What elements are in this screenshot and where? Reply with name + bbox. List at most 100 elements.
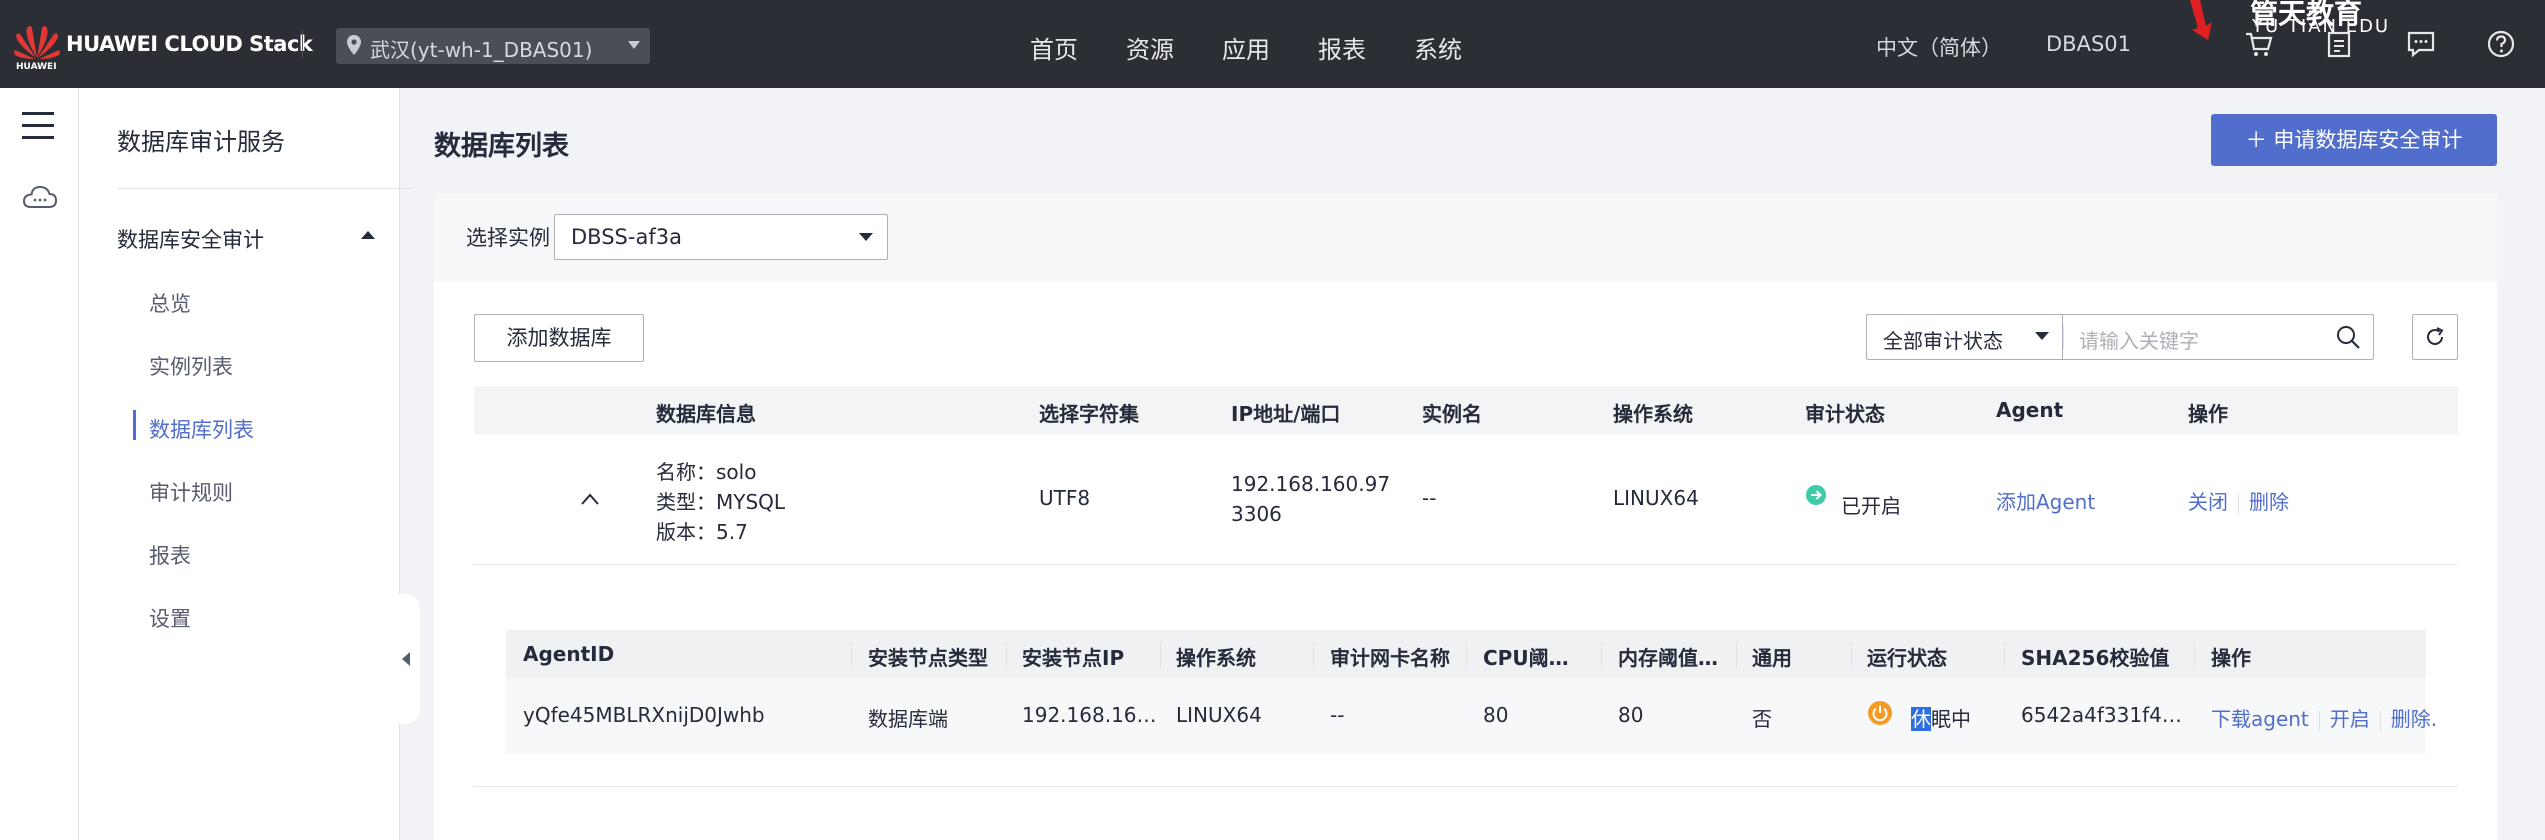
service-title: 数据库审计服务 xyxy=(117,128,285,156)
nav-system[interactable]: 系统 xyxy=(1414,30,1462,65)
table-bottom-divider xyxy=(474,786,2458,787)
col-db-info: 数据库信息 xyxy=(656,402,756,426)
db-os: LINUX64 xyxy=(1613,486,1699,510)
col-cpu: CPU阈… xyxy=(1483,646,1569,670)
col-agent-id: AgentID xyxy=(523,642,615,666)
delete-agent-link[interactable]: 删除. xyxy=(2391,707,2437,731)
col-run-status: 运行状态 xyxy=(1867,646,1947,670)
chevron-down-icon xyxy=(628,41,640,49)
search-input[interactable]: 请输入关键字 xyxy=(2062,314,2374,360)
delete-db-link[interactable]: 删除 xyxy=(2249,490,2289,514)
red-arrow-mark xyxy=(2190,0,2212,40)
selected-text: 休 xyxy=(1911,707,1931,731)
nav-home[interactable]: 首页 xyxy=(1030,30,1078,65)
agent-nic: -- xyxy=(1330,703,1345,727)
user-menu[interactable]: DBAS01 xyxy=(2046,32,2131,56)
close-audit-link[interactable]: 关闭 xyxy=(2188,490,2228,514)
database-list-card xyxy=(434,282,2497,840)
instance-label: 选择实例 xyxy=(466,226,550,250)
instance-select-value: DBSS-af3a xyxy=(571,225,682,249)
add-database-button[interactable]: 添加数据库 xyxy=(474,314,644,362)
sidebar-item-reports[interactable]: 报表 xyxy=(149,540,191,570)
sidebar-group-security-audit[interactable]: 数据库安全审计 xyxy=(117,224,264,254)
apply-audit-button[interactable]: ＋ 申请数据库安全审计 xyxy=(2211,114,2497,166)
service-sidebar: 数据库审计服务 数据库安全审计 总览 实例列表 数据库列表 审计规则 报表 设置 xyxy=(79,88,413,840)
brand-small: HUAWEI xyxy=(16,62,57,72)
location-pin-icon xyxy=(347,35,361,55)
audit-status-filter-value: 全部审计状态 xyxy=(1883,329,2003,353)
help-icon[interactable] xyxy=(2485,28,2517,60)
sidebar-item-database-list[interactable]: 数据库列表 xyxy=(149,414,254,444)
db-port: 3306 xyxy=(1231,502,1282,526)
db-name: 名称：solo xyxy=(656,460,757,484)
col-general: 通用 xyxy=(1752,646,1792,670)
sidebar-item-overview[interactable]: 总览 xyxy=(149,288,191,318)
agent-sha256: 6542a4f331f4… xyxy=(2021,703,2182,727)
agent-general: 否 xyxy=(1752,707,1772,731)
power-sleep-icon xyxy=(1868,701,1892,725)
instance-select[interactable]: DBSS-af3a xyxy=(554,214,888,260)
topbar-divider xyxy=(302,30,303,58)
start-agent-link[interactable]: 开启 xyxy=(2330,707,2370,731)
col-agent: Agent xyxy=(1996,398,2064,422)
db-instance: -- xyxy=(1422,486,1437,510)
refresh-button[interactable] xyxy=(2412,314,2458,360)
search-icon[interactable] xyxy=(2335,324,2361,350)
sidebar-collapse-toggle[interactable] xyxy=(380,594,420,724)
agent-node-ip: 192.168.16… xyxy=(1022,703,1157,727)
menu-icon[interactable] xyxy=(22,112,54,148)
col-audit-status: 审计状态 xyxy=(1805,402,1885,426)
collapse-row-icon[interactable] xyxy=(580,492,600,506)
db-type: 类型：MYSQL xyxy=(656,490,786,514)
message-icon[interactable] xyxy=(2405,28,2437,60)
agent-mem: 80 xyxy=(1618,703,1644,727)
db-version: 版本：5.7 xyxy=(656,520,748,544)
col-nic: 审计网卡名称 xyxy=(1330,646,1450,670)
col-sha256: SHA256校验值 xyxy=(2021,646,2170,670)
sidebar-item-audit-rules[interactable]: 审计规则 xyxy=(149,477,233,507)
chevron-down-icon xyxy=(859,233,873,241)
col-node-type: 安装节点类型 xyxy=(868,646,988,670)
db-ip: 192.168.160.97 xyxy=(1231,472,1391,496)
huawei-flower-icon xyxy=(14,26,60,59)
col-instance: 实例名 xyxy=(1422,402,1482,426)
language-selector[interactable]: 中文（简体） xyxy=(1876,32,2002,62)
col-node-ip: 安装节点IP xyxy=(1022,646,1125,670)
top-bar: HUAWEI CLOUD Stack HUAWEI 武汉(yt-wh-1_DBA… xyxy=(0,0,2545,88)
add-agent-link[interactable]: 添加Agent xyxy=(1996,486,2095,515)
region-selector[interactable]: 武汉(yt-wh-1_DBAS01) xyxy=(336,28,650,64)
audit-status-filter[interactable]: 全部审计状态 xyxy=(1866,314,2063,360)
row-actions: 关闭 删除 xyxy=(2188,486,2289,515)
watermark-subtitle: YU TIAN EDU xyxy=(2252,16,2391,37)
sidebar-item-settings[interactable]: 设置 xyxy=(149,603,191,633)
agent-id: yQfe45MBLRXnijD0Jwhb xyxy=(523,703,765,727)
search-placeholder: 请输入关键字 xyxy=(2079,329,2199,353)
chevron-left-icon xyxy=(402,652,410,666)
agent-os: LINUX64 xyxy=(1176,703,1262,727)
refresh-icon xyxy=(2427,327,2444,345)
agent-cpu: 80 xyxy=(1483,703,1509,727)
sidebar-divider xyxy=(117,188,413,189)
col-mem: 内存阈值… xyxy=(1618,646,1718,670)
left-rail xyxy=(0,88,79,840)
region-label: 武汉(yt-wh-1_DBAS01) xyxy=(370,38,593,62)
agent-node-type: 数据库端 xyxy=(868,707,948,731)
cloud-icon[interactable] xyxy=(22,184,58,210)
col-agent-os: 操作系统 xyxy=(1176,646,1256,670)
status-enabled-icon xyxy=(1806,485,1826,505)
agent-actions: 下载agent 开启 删除. xyxy=(2211,703,2437,732)
col-agent-actions: 操作 xyxy=(2211,646,2251,670)
sidebar-item-instances[interactable]: 实例列表 xyxy=(149,351,233,381)
agent-run-status: 休眠中 xyxy=(1911,707,1971,731)
download-agent-link[interactable]: 下载agent xyxy=(2211,707,2309,731)
chevron-up-icon[interactable] xyxy=(361,231,375,239)
col-ip-port: IP地址/端口 xyxy=(1231,402,1341,426)
db-charset: UTF8 xyxy=(1039,486,1091,510)
page-title: 数据库列表 xyxy=(434,131,569,162)
audit-status-value: 已开启 xyxy=(1841,494,1901,518)
nav-resources[interactable]: 资源 xyxy=(1126,30,1174,65)
nav-apps[interactable]: 应用 xyxy=(1222,30,1270,65)
active-indicator xyxy=(133,410,136,440)
nav-reports[interactable]: 报表 xyxy=(1318,30,1366,65)
chevron-down-icon xyxy=(2035,332,2049,340)
